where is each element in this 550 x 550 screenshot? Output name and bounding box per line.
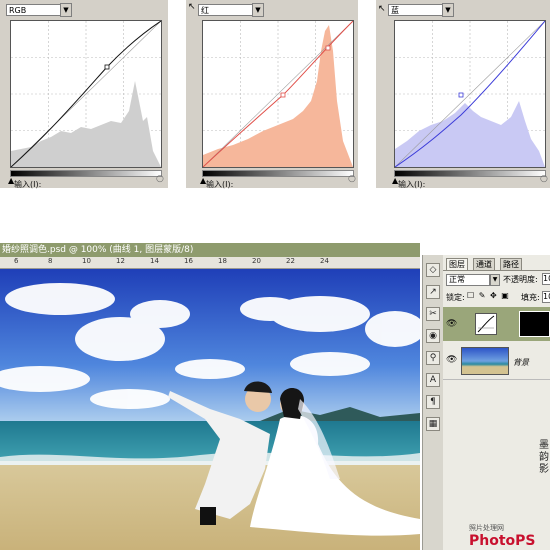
curves-panel-blue: ↖ 蓝 ▼ ▲ ○ 输入(I): — [376, 0, 550, 189]
histogram — [395, 101, 545, 167]
layer-mask-thumbnail — [519, 311, 550, 337]
ruler-tick: 16 — [184, 257, 193, 265]
curve-svg — [10, 20, 162, 168]
tools-panel: ◇ ↗ ✂ ◉ ⚲ A ¶ ▦ — [422, 255, 443, 550]
eye-icon[interactable]: 👁 — [446, 319, 457, 329]
tool-button[interactable]: ◇ — [426, 263, 440, 277]
input-label: 输入(I): — [398, 180, 426, 189]
white-point-slider[interactable]: ○ — [540, 174, 548, 184]
curves-adjustment-icon — [475, 313, 497, 335]
tool-button[interactable]: ◉ — [426, 329, 440, 343]
output-gradient — [202, 170, 354, 177]
curves-panel-red: ↖ 红 ▼ ▲ ○ 输入(I): — [186, 0, 358, 189]
tab-layers[interactable]: 图层 — [446, 258, 468, 270]
tool-button[interactable]: ▦ — [426, 417, 440, 431]
cursor-arrow-icon: ↖ — [378, 4, 386, 14]
layers-panel: 图层 通道 路径 正常 ▼ 不透明度: 10 锁定: ☐ ✎ ✥ ▣ 填充: 1… — [443, 255, 550, 550]
ruler-tick: 18 — [218, 257, 227, 265]
ruler-tick: 6 — [14, 257, 19, 265]
ruler-tick: 10 — [82, 257, 91, 265]
tool-button[interactable]: ¶ — [426, 395, 440, 409]
curve-svg — [394, 20, 546, 168]
layer-row-curves[interactable]: 👁 — [443, 307, 550, 341]
input-label: 输入(I): — [14, 180, 42, 189]
layer-name: 背景 — [513, 358, 529, 367]
ruler-tick: 8 — [48, 257, 53, 265]
wedding-photo — [0, 269, 420, 550]
white-point-slider[interactable]: ○ — [348, 174, 356, 184]
chevron-down-icon[interactable]: ▼ — [490, 274, 500, 286]
tab-paths[interactable]: 路径 — [500, 258, 522, 270]
horizontal-ruler: 6 8 10 12 14 16 18 20 22 24 — [0, 257, 420, 269]
ruler-tick: 14 — [150, 257, 159, 265]
curve-graph[interactable] — [202, 20, 354, 168]
cursor-arrow-icon: ↖ — [188, 2, 196, 12]
ruler-tick: 20 — [252, 257, 261, 265]
opacity-label: 不透明度: — [503, 275, 538, 284]
output-gradient — [10, 170, 162, 177]
curves-panel-rgb: RGB ▼ ▲ ○ 输入(I): — [0, 0, 168, 189]
chevron-down-icon[interactable]: ▼ — [252, 3, 264, 17]
ruler-tick: 24 — [320, 257, 329, 265]
opacity-input[interactable]: 10 — [542, 273, 550, 285]
document-title-bar[interactable]: 婚纱照调色.psd @ 100% (曲线 1, 图层蒙版/8) — [0, 243, 420, 257]
channel-select[interactable]: RGB — [6, 4, 68, 16]
layer-row-background[interactable]: 👁 背景 — [443, 343, 550, 380]
ruler-tick: 22 — [286, 257, 295, 265]
eye-icon[interactable]: 👁 — [446, 355, 457, 365]
lock-icons[interactable]: ☐ ✎ ✥ ▣ — [467, 291, 510, 300]
background-thumbnail — [461, 347, 509, 375]
watermark-site: 照片处理网 — [469, 524, 504, 532]
tabs-divider — [443, 270, 550, 271]
lock-label: 锁定: — [446, 293, 465, 302]
curve-svg — [202, 20, 354, 168]
channel-select[interactable]: 红 — [198, 4, 260, 16]
calligraphy-watermark: 墨韵影 — [539, 440, 549, 475]
white-point-slider[interactable]: ○ — [156, 174, 164, 184]
curve-graph[interactable] — [10, 20, 162, 168]
tool-button[interactable]: A — [426, 373, 440, 387]
fill-input[interactable]: 10 — [542, 291, 550, 303]
chevron-down-icon[interactable]: ▼ — [60, 3, 72, 17]
output-gradient — [394, 170, 546, 177]
tool-button[interactable]: ✂ — [426, 307, 440, 321]
blend-mode-select[interactable]: 正常 — [446, 274, 490, 286]
tab-channels[interactable]: 通道 — [473, 258, 495, 270]
tool-button[interactable]: ↗ — [426, 285, 440, 299]
channel-select[interactable]: 蓝 — [388, 4, 450, 16]
photo-canvas[interactable] — [0, 269, 420, 550]
curve-graph[interactable] — [394, 20, 546, 168]
document-title: 婚纱照调色.psd @ 100% (曲线 1, 图层蒙版/8) — [2, 245, 194, 255]
input-label: 输入(I): — [206, 180, 234, 189]
watermark-brand: PhotoPS — [469, 533, 536, 549]
fill-label: 填充: — [521, 293, 540, 302]
tool-button[interactable]: ⚲ — [426, 351, 440, 365]
ruler-tick: 12 — [116, 257, 125, 265]
chevron-down-icon[interactable]: ▼ — [442, 3, 454, 17]
